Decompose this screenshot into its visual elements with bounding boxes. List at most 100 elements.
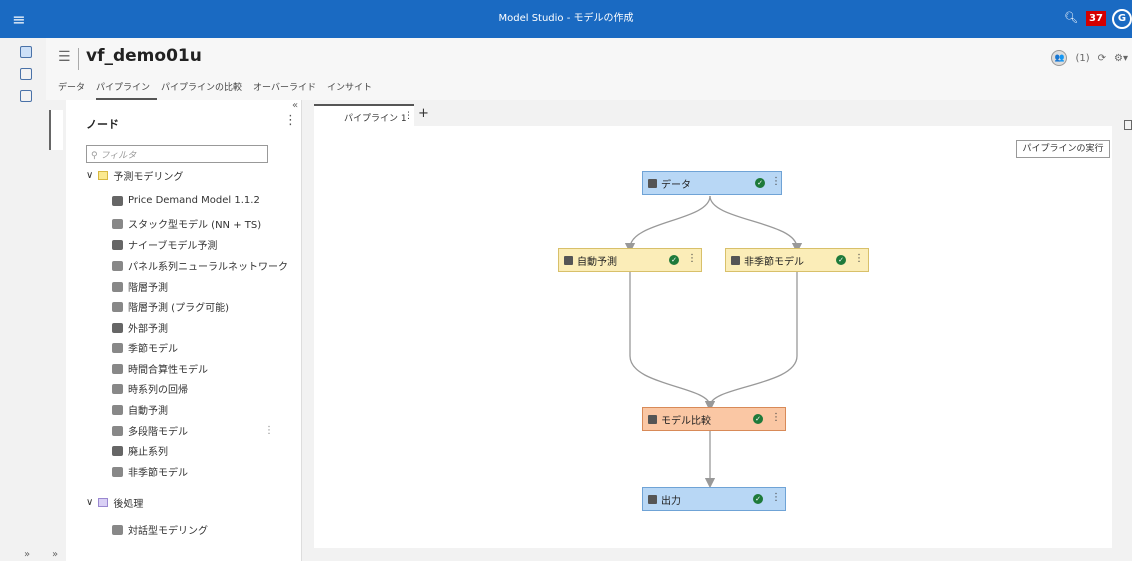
- node-data[interactable]: データ ✓ ⋮: [642, 171, 782, 195]
- compare-icon: [648, 414, 657, 424]
- user-avatar[interactable]: G: [1112, 9, 1132, 29]
- node-menu-icon[interactable]: ⋮: [854, 253, 864, 264]
- list-item[interactable]: ナイーブモデル予測: [112, 237, 217, 252]
- project-tabs: データ パイプライン パイプラインの比較 オーバーライド インサイト: [58, 80, 383, 100]
- list-item[interactable]: スタック型モデル (NN + TS): [112, 216, 261, 231]
- exchange-icon[interactable]: [20, 90, 32, 102]
- node-label: 出力: [661, 495, 681, 507]
- node-label: 階層予測 (プラグ可能): [128, 303, 229, 314]
- list-item[interactable]: 廃止系列: [112, 443, 168, 458]
- tab-pipeline-comparison[interactable]: パイプラインの比較: [161, 80, 249, 100]
- list-item[interactable]: 自動予測: [112, 402, 168, 417]
- node-menu-icon[interactable]: ⋮: [687, 253, 697, 264]
- tab-data[interactable]: データ: [58, 80, 92, 100]
- tree-group-postprocessing[interactable]: ∨ 後処理: [86, 495, 143, 510]
- node-label: 自動予測: [577, 256, 617, 268]
- panel-side-strip: »: [46, 100, 66, 561]
- group-label: 後処理: [113, 499, 144, 510]
- pipeline-area: パイプライン 1 ⋮ + パイプラインの実行 データ ✓ ⋮ 自動予測 ✓ ⋮ …: [302, 100, 1122, 561]
- chevron-down-icon: ∨: [86, 497, 94, 508]
- node-auto-forecast[interactable]: 自動予測 ✓ ⋮: [558, 248, 702, 272]
- node-label: モデル比較: [661, 415, 711, 427]
- list-item[interactable]: 階層予測 (プラグ可能): [112, 299, 229, 314]
- node-label: 外部予測: [128, 324, 168, 335]
- node-menu-icon[interactable]: ⋮: [771, 412, 781, 423]
- top-app-bar: ≡ Model Studio - モデルの作成 🔍︎ 37 G: [0, 0, 1132, 38]
- list-item[interactable]: パネル系列ニューラルネットワーク: [112, 258, 288, 273]
- list-icon[interactable]: ☰: [58, 49, 71, 65]
- expand-rail-icon[interactable]: »: [24, 549, 30, 560]
- add-pipeline-icon[interactable]: +: [418, 106, 429, 121]
- node-output[interactable]: 出力 ✓ ⋮: [642, 487, 786, 511]
- node-label: 季節モデル: [128, 344, 178, 355]
- properties-panel-icon[interactable]: [1124, 120, 1132, 130]
- divider: [78, 48, 79, 70]
- node-label: パネル系列ニューラルネットワーク: [128, 262, 288, 273]
- pipeline-canvas[interactable]: パイプラインの実行 データ ✓ ⋮ 自動予測 ✓ ⋮ 非季節モデル ✓ ⋮ モデ…: [314, 126, 1112, 548]
- tab-overrides[interactable]: オーバーライド: [253, 80, 323, 100]
- output-icon: [648, 494, 657, 504]
- list-item[interactable]: 外部予測: [112, 320, 168, 335]
- folder-icon: [98, 498, 109, 507]
- success-icon: ✓: [753, 414, 763, 424]
- right-side-strip: [1122, 100, 1132, 561]
- notification-badge[interactable]: 37: [1086, 11, 1106, 26]
- node-menu-icon[interactable]: ⋮: [771, 492, 781, 503]
- nodes-panel: » ノード ⋮ « ⚲ フィルタ ∨ 予測モデリング Price Demand …: [46, 100, 302, 561]
- panel-menu-icon[interactable]: ⋮: [284, 113, 297, 128]
- app-title: Model Studio - モデルの作成: [498, 13, 634, 24]
- success-icon: ✓: [836, 255, 846, 265]
- header-actions: 👥 (1) ⟳ ⚙▾: [1051, 50, 1128, 66]
- success-icon: ✓: [755, 178, 765, 188]
- list-item[interactable]: 階層予測: [112, 279, 168, 294]
- list-item[interactable]: 時系列の回帰: [112, 381, 188, 396]
- model-icon: [564, 255, 573, 265]
- node-icon: [112, 363, 123, 374]
- node-label: 対話型モデリング: [128, 526, 208, 537]
- success-icon: ✓: [669, 255, 679, 265]
- tree-group-forecasting[interactable]: ∨ 予測モデリング: [86, 168, 183, 183]
- group-label: 予測モデリング: [113, 172, 184, 183]
- node-icon: [112, 466, 123, 477]
- item-menu-icon[interactable]: ⋮: [264, 425, 274, 436]
- nodes-panel-title: ノード: [86, 118, 119, 131]
- list-item[interactable]: 季節モデル: [112, 340, 178, 355]
- pipeline-tab-label: パイプライン 1: [344, 114, 407, 124]
- node-icon: [112, 383, 123, 394]
- node-nonseasonal-model[interactable]: 非季節モデル ✓ ⋮: [725, 248, 869, 272]
- list-item[interactable]: 多段階モデル ⋮: [112, 423, 274, 438]
- left-rail: »: [0, 38, 46, 561]
- node-label: データ: [661, 179, 691, 191]
- node-icon: [112, 218, 123, 229]
- node-label: 自動予測: [128, 406, 168, 417]
- collapse-panel-icon[interactable]: «: [292, 100, 298, 111]
- node-model-comparison[interactable]: モデル比較 ✓ ⋮: [642, 407, 786, 431]
- users-icon[interactable]: 👥: [1051, 50, 1068, 66]
- expand-panel-icon[interactable]: »: [52, 549, 58, 560]
- list-item[interactable]: Price Demand Model 1.1.2: [112, 195, 260, 206]
- tab-insights[interactable]: インサイト: [327, 80, 379, 100]
- node-menu-icon[interactable]: ⋮: [771, 176, 781, 187]
- list-item[interactable]: 時間合算性モデル: [112, 361, 208, 376]
- tab-menu-icon[interactable]: ⋮: [404, 111, 413, 121]
- list-item[interactable]: 対話型モデリング: [112, 522, 208, 537]
- filter-input[interactable]: ⚲ フィルタ: [86, 145, 268, 163]
- search-icon[interactable]: 🔍︎: [1064, 11, 1078, 24]
- node-icon: [112, 524, 123, 535]
- tab-pipeline-1[interactable]: パイプライン 1 ⋮: [314, 104, 414, 126]
- nodes-panel-icon[interactable]: [49, 110, 63, 150]
- users-count: (1): [1075, 52, 1090, 64]
- folder-icon: [98, 171, 109, 180]
- data-icon[interactable]: [20, 68, 32, 80]
- project-title: vf_demo01u: [86, 46, 202, 66]
- refresh-icon[interactable]: ⟳: [1098, 53, 1106, 64]
- node-label: スタック型モデル (NN + TS): [128, 220, 262, 231]
- node-icon: [112, 322, 123, 333]
- chevron-down-icon: ∨: [86, 170, 94, 181]
- list-item[interactable]: 非季節モデル: [112, 464, 188, 479]
- node-icon: [112, 404, 123, 415]
- settings-icon[interactable]: ⚙▾: [1114, 53, 1128, 64]
- projects-icon[interactable]: [20, 46, 32, 58]
- tab-pipelines[interactable]: パイプライン: [96, 80, 158, 100]
- node-icon: [112, 260, 123, 271]
